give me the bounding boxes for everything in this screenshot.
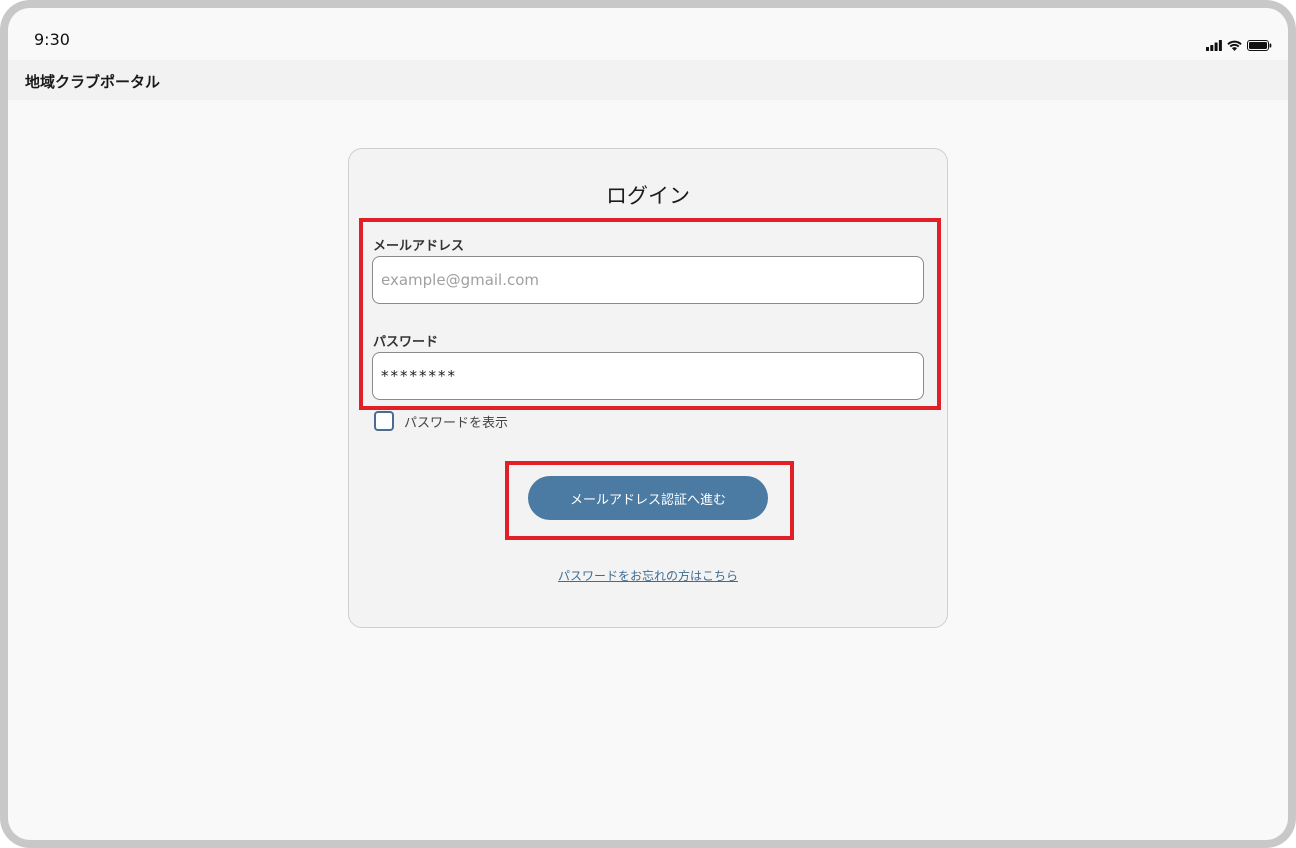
device-frame: 9:30 地域クラブポータル ログイン メールアドレス example@gmai… [0, 0, 1296, 848]
wifi-icon [1227, 40, 1242, 51]
email-input[interactable] [372, 256, 924, 304]
password-input[interactable] [372, 352, 924, 400]
password-label: パスワード [373, 335, 439, 350]
login-card: ログイン メールアドレス パスワード パスワードを表示 メールアドレス認証へ進む… [348, 148, 948, 628]
forgot-password-row: パスワードをお忘れの方はこちら [349, 567, 947, 584]
proceed-to-email-verification-button[interactable]: メールアドレス認証へ進む [528, 476, 768, 520]
app-bar: 地域クラブポータル [8, 60, 1288, 100]
status-icons [1206, 37, 1272, 51]
status-bar: 9:30 [8, 8, 1288, 60]
status-time: 9:30 [34, 30, 70, 49]
email-label: メールアドレス [373, 239, 465, 254]
show-password-label: パスワードを表示 [404, 415, 509, 431]
show-password-toggle[interactable]: パスワードを表示 [374, 410, 508, 432]
page-title: ログイン [606, 184, 690, 208]
forgot-password-link[interactable]: パスワードをお忘れの方はこちら [558, 569, 738, 583]
battery-icon [1247, 40, 1272, 51]
screen: 9:30 地域クラブポータル ログイン メールアドレス example@gmai… [8, 8, 1288, 840]
app-title: 地域クラブポータル [25, 73, 161, 91]
show-password-checkbox[interactable] [374, 411, 394, 431]
signal-icon [1206, 40, 1222, 51]
